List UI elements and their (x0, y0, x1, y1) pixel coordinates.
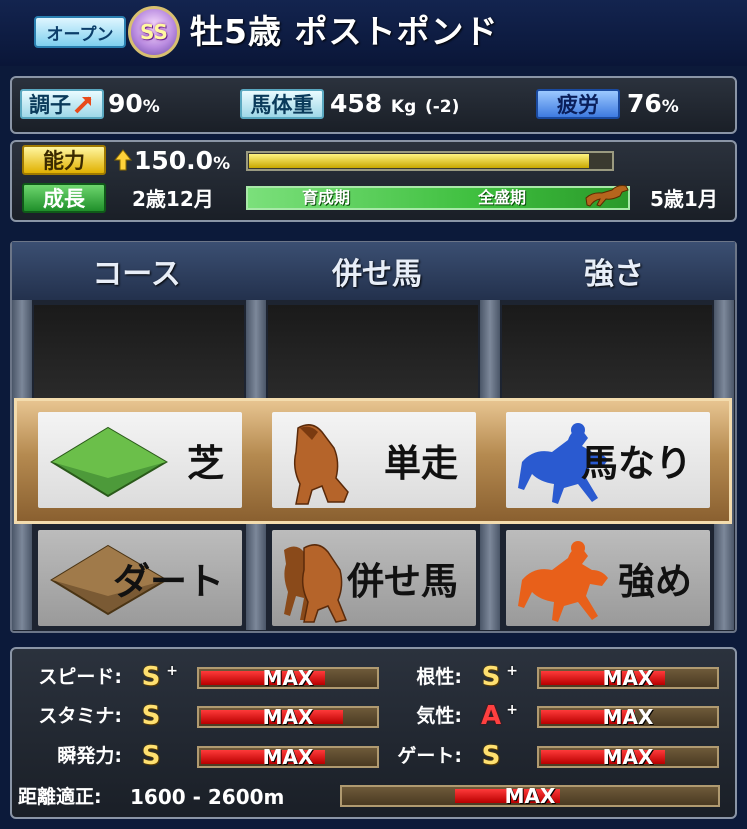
gate-label: ゲート: (397, 745, 462, 767)
guts-bar: MAX (537, 666, 719, 690)
option-easy-label: 馬なり (581, 442, 692, 485)
growth-phase-1: 育成期 (302, 188, 351, 207)
column-header-strength: 強さ (493, 242, 735, 300)
option-easy[interactable]: 馬なり (506, 412, 710, 508)
distance-value: 1600 - 2600m (130, 785, 285, 809)
speed-max: MAX (262, 666, 314, 690)
ability-unit: % (213, 154, 231, 174)
speed-grade: S + (136, 662, 178, 692)
option-solo[interactable]: 単走 (272, 412, 476, 508)
condition-up-arrow-icon (74, 96, 92, 114)
speed-grade-plus: + (166, 663, 178, 679)
speed-bar: MAX (197, 666, 379, 690)
growth-start: 2歳12月 (132, 187, 214, 211)
temper-grade-plus: + (506, 702, 518, 718)
distance-max: MAX (504, 784, 556, 808)
option-turf-label: 芝 (187, 442, 224, 485)
option-dirt[interactable]: ダート (38, 530, 242, 626)
class-badge: オープン (34, 16, 126, 48)
ability-number: 150.0 (134, 146, 214, 175)
fatigue-unit: % (661, 97, 679, 117)
speed-label: スピード: (38, 666, 122, 688)
empty-cell-course (34, 305, 244, 398)
weight-unit: Kg (390, 97, 417, 117)
gate-max: MAX (602, 745, 654, 769)
column-header-partner: 併せ馬 (261, 242, 493, 300)
option-hard-label: 強め (618, 560, 692, 603)
option-paired-label: 併せ馬 (347, 560, 458, 603)
growth-phase-2: 全盛期 (478, 188, 527, 207)
jockey-horse-orange-icon (518, 541, 608, 622)
fatigue-value: 76% (627, 89, 679, 122)
ability-bar-fill (249, 154, 590, 168)
temper-max: MAX (602, 705, 654, 729)
speed-grade-letter: S (141, 662, 161, 692)
option-paired[interactable]: 併せ馬 (272, 530, 476, 626)
condition-value: 90% (108, 89, 160, 122)
gate-bar: MAX (537, 745, 719, 769)
running-horse-icon (585, 185, 629, 207)
guts-grade: S + (476, 662, 518, 692)
guts-grade-plus: + (506, 663, 518, 679)
option-dirt-label: ダート (113, 560, 224, 603)
stamina-label: スタミナ: (38, 705, 122, 727)
option-solo-label: 単走 (384, 442, 458, 485)
option-turf[interactable]: 芝 (38, 412, 242, 508)
gate-grade: S (481, 741, 501, 771)
guts-grade-letter: S (481, 662, 501, 692)
temper-label: 気性: (416, 705, 462, 727)
empty-cell-partner (268, 305, 478, 398)
fatigue-label: 疲労 (536, 89, 620, 119)
temper-grade-letter: A (480, 701, 502, 731)
rank-badge: SS (128, 6, 180, 58)
distance-label: 距離適正: (18, 786, 102, 808)
horse-head-icon (293, 424, 349, 505)
weight-diff: (-2) (424, 97, 460, 117)
empty-cell-strength (502, 305, 712, 398)
fatigue-number: 76 (627, 89, 662, 118)
condition-unit: % (142, 97, 160, 117)
temper-bar: MAX (537, 705, 719, 729)
turf-tile-icon (50, 426, 168, 498)
burst-bar: MAX (197, 745, 379, 769)
growth-end: 5歳1月 (650, 187, 718, 211)
burst-grade: S (141, 741, 161, 771)
growth-bar: 育成期 全盛期 (246, 185, 630, 210)
weight-value: 458 Kg (-2) (330, 89, 459, 122)
guts-label: 根性: (416, 666, 462, 688)
guts-max: MAX (602, 666, 654, 690)
stamina-bar: MAX (197, 705, 379, 729)
column-header-course: コース (12, 242, 261, 300)
ability-value: 150.0% (134, 146, 230, 179)
weight-label: 馬体重 (240, 89, 324, 119)
ability-label: 能力 (22, 145, 106, 175)
growth-label: 成長 (22, 183, 106, 213)
temper-grade: A + (476, 701, 518, 731)
ability-bar (246, 151, 614, 171)
weight-number: 458 (330, 89, 383, 118)
distance-bar: MAX (340, 784, 720, 808)
stamina-max: MAX (262, 705, 314, 729)
burst-label: 瞬発力: (57, 745, 122, 767)
ability-up-arrow-icon (114, 149, 132, 171)
condition-number: 90 (108, 89, 143, 118)
condition-label: 調子 (20, 89, 104, 119)
horse-title: 牡5歳 ポストポンド (190, 12, 499, 51)
stamina-grade: S (141, 701, 161, 731)
condition-label-text: 調子 (29, 93, 71, 117)
option-hard[interactable]: 強め (506, 530, 710, 626)
burst-max: MAX (262, 745, 314, 769)
